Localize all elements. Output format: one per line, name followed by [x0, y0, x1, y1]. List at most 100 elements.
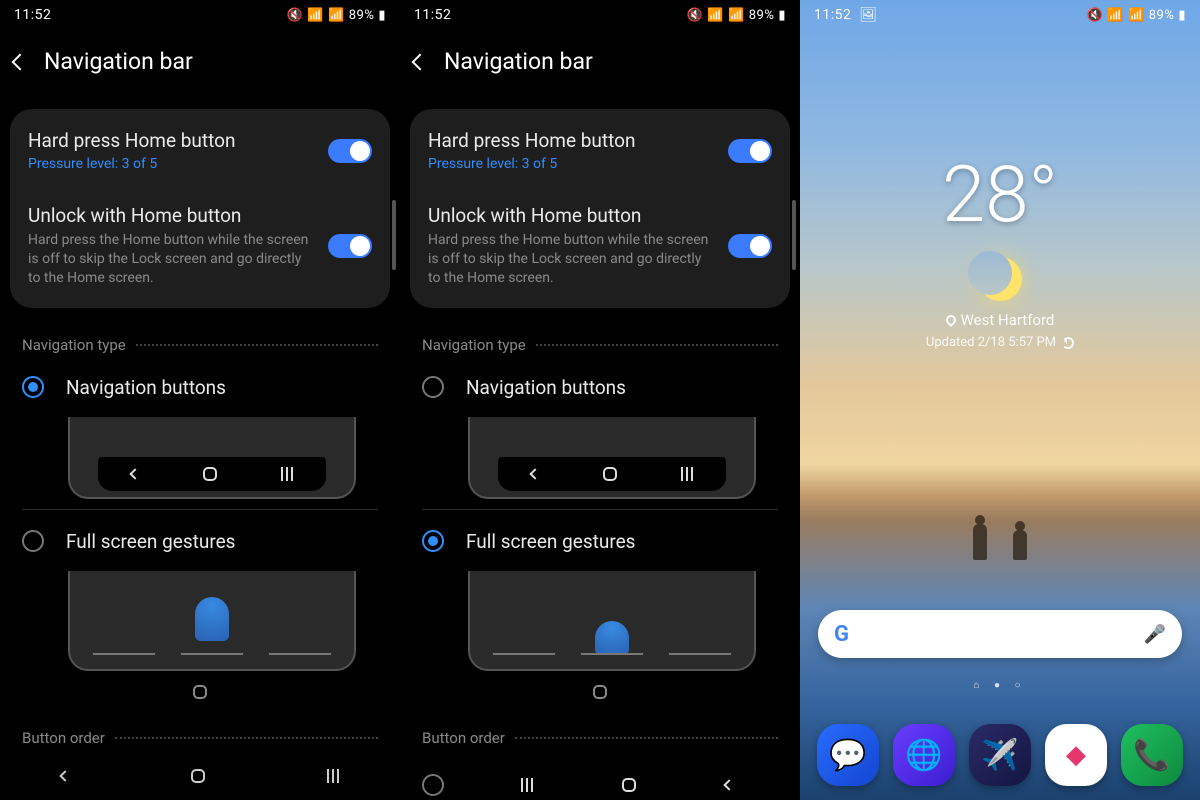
divider [422, 509, 778, 510]
mini-home-icon [622, 778, 636, 792]
scrollbar[interactable] [392, 200, 396, 270]
location-text: West Hartford [961, 311, 1055, 329]
settings-screen-gestures: 11:52 🔇 📶 📶 89% ▮ Navigation bar Hard pr… [400, 0, 800, 800]
google-search-bar[interactable]: G 🎤 [818, 610, 1182, 658]
mini-recent-icon [681, 467, 693, 481]
unlock-row[interactable]: Unlock with Home button Hard press the H… [410, 188, 790, 304]
divider [22, 509, 378, 510]
mini-back-icon [724, 779, 735, 790]
pill-icon [193, 685, 207, 699]
button-order-section: Button order [0, 701, 400, 759]
nav-buttons-option[interactable]: Navigation buttons [0, 366, 400, 413]
gallery-app-icon[interactable]: ◆ [1045, 724, 1107, 786]
nav-buttons-preview [68, 417, 356, 499]
hard-press-title: Hard press Home button [428, 129, 716, 152]
hard-press-title: Hard press Home button [28, 129, 316, 152]
wifi-icon: 📶 [707, 8, 724, 23]
status-icons: 🔇 📶 📶 89% ▮ [287, 8, 386, 23]
unlock-toggle[interactable] [728, 234, 772, 258]
person-icon [973, 524, 987, 560]
unlock-row[interactable]: Unlock with Home button Hard press the H… [10, 188, 390, 304]
phone-app-icon[interactable]: 📞 [1121, 724, 1183, 786]
mini-back-icon [529, 468, 540, 479]
back-icon[interactable] [412, 53, 429, 70]
gestures-label: Full screen gestures [66, 530, 235, 553]
page-indicator[interactable]: ⌂ ● ○ [800, 680, 1200, 691]
button-order-section: Button order [400, 701, 800, 759]
hard-press-sub: Pressure level: 3 of 5 [428, 156, 716, 172]
status-time: 11:52 [14, 7, 51, 23]
pill-icon [593, 685, 607, 699]
person-icon [1013, 530, 1027, 560]
gestures-radio[interactable] [422, 530, 444, 552]
gesture-thumb-icon [195, 597, 229, 641]
gesture-home-pill [400, 679, 800, 701]
sys-home-button[interactable] [191, 769, 205, 783]
hard-press-toggle[interactable] [728, 139, 772, 163]
moon-icon [978, 257, 1022, 301]
nav-type-section: Navigation type [0, 308, 400, 366]
status-time: 11:52 [414, 7, 451, 23]
hard-press-row[interactable]: Hard press Home button Pressure level: 3… [10, 113, 390, 188]
gestures-preview [468, 571, 756, 671]
gesture-home-pill [0, 679, 400, 701]
button-order-option[interactable] [400, 759, 800, 800]
nav-buttons-radio[interactable] [422, 376, 444, 398]
settings-card: Hard press Home button Pressure level: 3… [10, 109, 390, 308]
battery-icon: ▮ [378, 8, 386, 23]
signal-icon: 📶 [328, 8, 345, 23]
gestures-radio[interactable] [22, 530, 44, 552]
page-title: Navigation bar [444, 48, 593, 75]
back-icon[interactable] [12, 53, 29, 70]
button-order-label: Button order [22, 729, 105, 747]
battery-icon: ▮ [1178, 8, 1186, 23]
screenshot-icon: 🖼 [859, 7, 877, 23]
mini-recent-icon [281, 467, 293, 481]
title-bar: Navigation bar [0, 30, 400, 109]
button-order-radio[interactable] [422, 774, 444, 796]
hard-press-row[interactable]: Hard press Home button Pressure level: 3… [410, 113, 790, 188]
nav-buttons-preview [468, 417, 756, 499]
send-app-icon[interactable]: ✈️ [969, 724, 1031, 786]
nav-buttons-label: Navigation buttons [466, 376, 626, 399]
unlock-title: Unlock with Home button [428, 204, 716, 227]
sys-recent-button[interactable] [327, 769, 339, 783]
battery-percent: 89% [749, 8, 775, 23]
unlock-sub: Hard press the Home button while the scr… [428, 231, 716, 288]
mini-home-icon [603, 467, 617, 481]
hard-press-toggle[interactable] [328, 139, 372, 163]
title-bar: Navigation bar [400, 30, 800, 109]
button-order-label: Button order [422, 729, 505, 747]
home-screen[interactable]: 11:52 🖼 🔇 📶 📶 89% ▮ 28° West Hartford Up… [800, 0, 1200, 800]
system-nav-bar [0, 752, 400, 800]
status-left: 11:52 🖼 [814, 7, 878, 23]
wifi-icon: 📶 [1107, 8, 1124, 23]
mic-icon[interactable]: 🎤 [1144, 624, 1166, 645]
settings-screen-nav-buttons: 11:52 🔇 📶 📶 89% ▮ Navigation bar Hard pr… [0, 0, 400, 800]
mute-icon: 🔇 [287, 8, 304, 23]
unlock-toggle[interactable] [328, 234, 372, 258]
scrollbar[interactable] [792, 200, 796, 270]
messages-app-icon[interactable]: 💬 [817, 724, 879, 786]
wifi-icon: 📶 [307, 8, 324, 23]
refresh-icon[interactable] [1062, 337, 1074, 349]
weather-widget[interactable]: 28° West Hartford Updated 2/18 5:57 PM [800, 150, 1200, 350]
status-time: 11:52 [814, 7, 851, 23]
nav-buttons-radio[interactable] [22, 376, 44, 398]
browser-app-icon[interactable]: 🌐 [893, 724, 955, 786]
gestures-option[interactable]: Full screen gestures [400, 520, 800, 567]
sys-back-button[interactable] [59, 770, 70, 781]
gestures-option[interactable]: Full screen gestures [0, 520, 400, 567]
button-order-preview [476, 765, 778, 800]
google-logo-icon: G [834, 622, 849, 647]
nav-strip [98, 457, 325, 491]
divider-dots [136, 344, 378, 346]
weather-updated[interactable]: Updated 2/18 5:57 PM [800, 335, 1200, 350]
status-bar: 11:52 🖼 🔇 📶 📶 89% ▮ [800, 0, 1200, 30]
nav-type-section: Navigation type [400, 308, 800, 366]
nav-buttons-option[interactable]: Navigation buttons [400, 366, 800, 413]
gesture-lines [93, 653, 332, 655]
status-icons: 🔇 📶 📶 89% ▮ [687, 8, 786, 23]
unlock-sub: Hard press the Home button while the scr… [28, 231, 316, 288]
gestures-preview [68, 571, 356, 671]
